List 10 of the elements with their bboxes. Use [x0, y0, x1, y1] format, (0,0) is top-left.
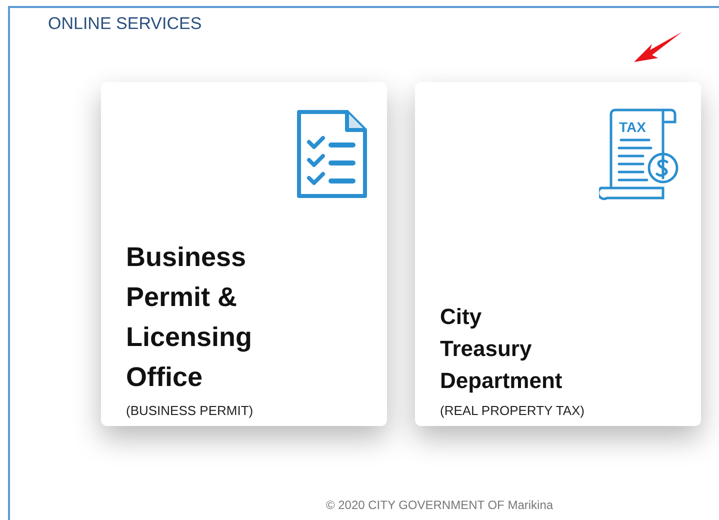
arrow-icon — [632, 30, 684, 64]
card-title: City Treasury Department — [440, 303, 564, 395]
checklist-icon — [295, 108, 369, 200]
service-card[interactable]: TAX City Treasury Department (REAL PROPERTY TAX) — [415, 82, 701, 426]
card-subtitle: (BUSINESS PERMIT) — [126, 403, 254, 418]
card-subtitle: (REAL PROPERTY TAX) — [440, 403, 586, 418]
card-title: Business Permit & Licensing Office — [126, 241, 254, 394]
service-card[interactable]: Business Permit & Licensing Office (BUSINESS PERMIT) — [101, 82, 387, 426]
section-title: ONLINE SERVICES — [48, 14, 203, 34]
copyright-text: © 2020 CITY GOVERNMENT OF Marikina — [324, 498, 554, 514]
